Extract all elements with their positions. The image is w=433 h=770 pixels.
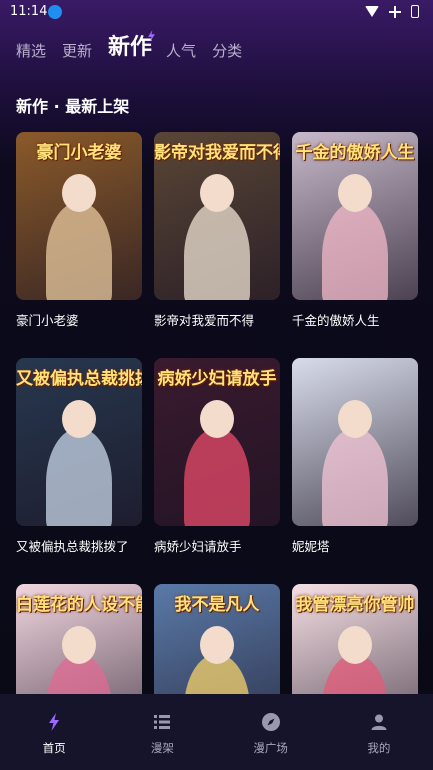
cover-figure [184,428,250,526]
cover-figure [46,428,112,526]
cover-figure-head [338,626,372,664]
nav-plaza[interactable]: 漫广场 [217,694,325,770]
comic-card[interactable]: 影帝对我爱而不得 影帝对我爱而不得 [154,132,280,329]
cover-figure [322,202,388,300]
wifi-icon [365,6,379,17]
comic-cover[interactable] [292,358,418,526]
comic-cover[interactable]: 影帝对我爱而不得 [154,132,280,300]
comic-title[interactable]: 又被偏执总裁挑拨了 [16,536,142,555]
cover-figure-head [338,174,372,212]
cover-title: 白莲花的人设不能崩 [16,595,142,615]
signal-icon [389,5,401,18]
comic-cover[interactable]: 病娇少妇请放手 [154,358,280,526]
cover-figure-head [62,174,96,212]
comic-cover[interactable]: 千金的傲娇人生 [292,132,418,300]
nav-shelf[interactable]: 漫架 [108,694,216,770]
bolt-icon [148,30,155,42]
tab-featured[interactable]: 精选 [16,40,46,62]
bolt-icon [49,713,60,731]
cover-figure-head [200,626,234,664]
cover-title: 病娇少妇请放手 [157,369,277,389]
cover-figure [184,202,250,300]
nav-me-label: 我的 [367,741,391,755]
comic-title[interactable]: 病娇少妇请放手 [154,536,280,555]
tab-new[interactable]: 新作 [108,30,155,62]
comic-card[interactable]: 豪门小老婆 豪门小老婆 [16,132,142,329]
list-icon [154,715,171,729]
cover-figure-head [200,400,234,438]
comic-title[interactable]: 豪门小老婆 [16,310,142,329]
tab-new-label: 新作 [108,35,153,60]
comic-card[interactable]: 又被偏执总裁挑拨了又被偏执总裁挑拨了 [16,358,142,555]
comic-title[interactable]: 影帝对我爱而不得 [154,310,280,329]
nav-shelf-label: 漫架 [150,741,174,755]
cover-title: 豪门小老婆 [36,143,122,163]
status-bar: 11:14 [0,0,433,24]
nav-plaza-label: 漫广场 [253,741,288,755]
nav-home[interactable]: 首页 [0,694,108,770]
cover-figure-head [62,400,96,438]
cover-title: 我管漂亮你管帅 [295,595,415,615]
comic-cover[interactable]: 豪门小老婆 [16,132,142,300]
download-icon [48,5,62,19]
cover-figure-head [200,174,234,212]
comic-card[interactable]: 妮妮塔 [292,358,418,555]
cover-figure [322,428,388,526]
nav-me[interactable]: 我的 [325,694,433,770]
cover-title: 千金的傲娇人生 [295,143,415,163]
comic-card[interactable]: 千金的傲娇人生 千金的傲娇人生 [292,132,418,329]
status-time: 11:14 [10,4,48,19]
comic-card[interactable]: 病娇少妇请放手 病娇少妇请放手 [154,358,280,555]
comic-title[interactable]: 千金的傲娇人生 [292,310,418,329]
cover-figure-head [338,400,372,438]
top-tabs: 精选 更新 新作 人气 分类 [16,30,258,62]
cover-title: 又被偏执总裁挑拨了 [16,369,142,389]
compass-icon [261,713,280,731]
bottom-nav: 首页 漫架 漫广场 我的 [0,694,433,770]
battery-icon [411,5,419,18]
status-icons [365,5,419,18]
section-title: 新作 · 最新上架 [16,97,130,116]
cover-figure [46,202,112,300]
nav-home-label: 首页 [42,741,66,755]
user-icon [371,714,387,730]
tab-updates[interactable]: 更新 [62,40,92,62]
cover-title: 影帝对我爱而不得 [154,143,280,163]
cover-figure-head [62,626,96,664]
tab-popular[interactable]: 人气 [166,40,196,62]
comic-title[interactable]: 妮妮塔 [292,536,418,555]
comic-cover[interactable]: 又被偏执总裁挑拨了 [16,358,142,526]
cover-title: 我不是凡人 [174,595,260,615]
tab-category[interactable]: 分类 [212,40,242,62]
